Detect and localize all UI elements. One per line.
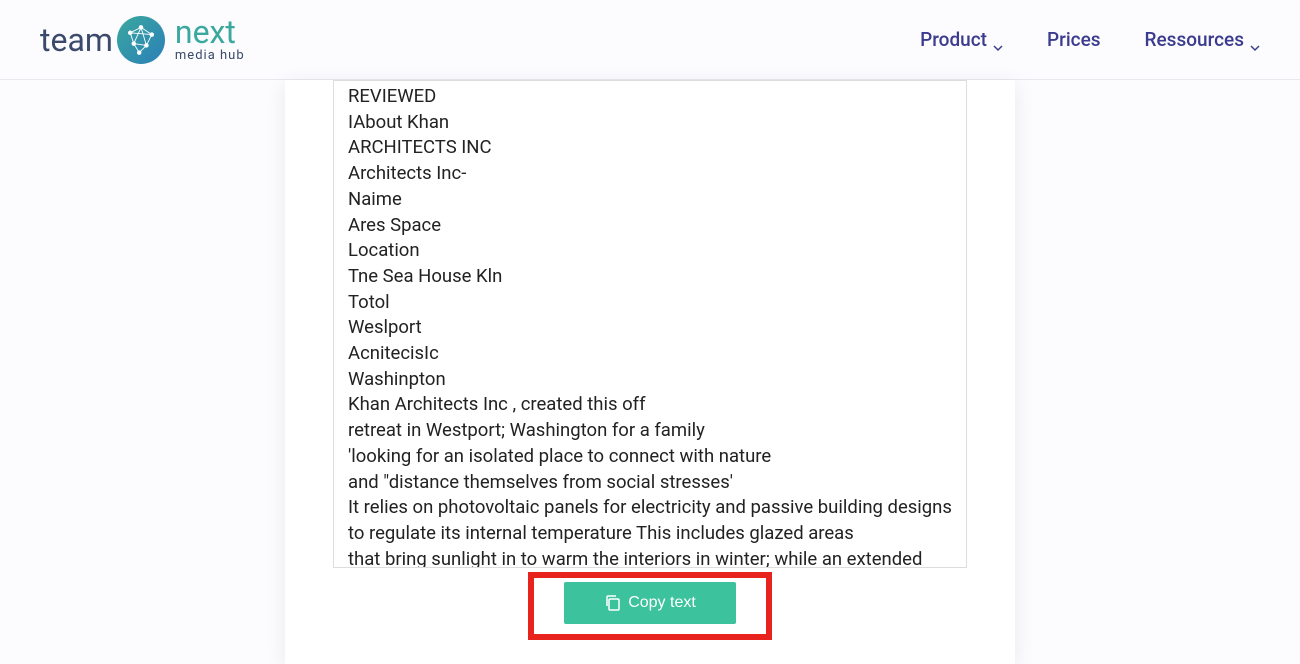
highlight-annotation [528, 572, 772, 640]
nav-prices-label: Prices [1047, 28, 1101, 51]
logo-icon [117, 16, 165, 64]
chevron-down-icon [1250, 35, 1260, 45]
nav-product-label: Product [920, 28, 987, 51]
copy-button-wrap: Copy text [333, 582, 967, 624]
logo-next-text: next [175, 16, 245, 48]
extracted-text-box[interactable]: REVIEWED IAbout Khan ARCHITECTS INC Arch… [333, 80, 967, 568]
nav-product[interactable]: Product [920, 28, 1003, 51]
logo-subtitle: media hub [175, 48, 245, 63]
nav: Product Prices Ressources [920, 28, 1260, 51]
chevron-down-icon [993, 35, 1003, 45]
nav-prices[interactable]: Prices [1047, 28, 1101, 51]
logo[interactable]: team next media [40, 16, 245, 64]
main: REVIEWED IAbout Khan ARCHITECTS INC Arch… [0, 80, 1300, 664]
content-card: REVIEWED IAbout Khan ARCHITECTS INC Arch… [285, 80, 1015, 664]
nav-resources[interactable]: Ressources [1145, 28, 1260, 51]
header: team next media [0, 0, 1300, 80]
logo-team-text: team [40, 21, 113, 59]
logo-next-wrap: next media hub [175, 16, 245, 63]
nav-resources-label: Ressources [1145, 28, 1244, 51]
